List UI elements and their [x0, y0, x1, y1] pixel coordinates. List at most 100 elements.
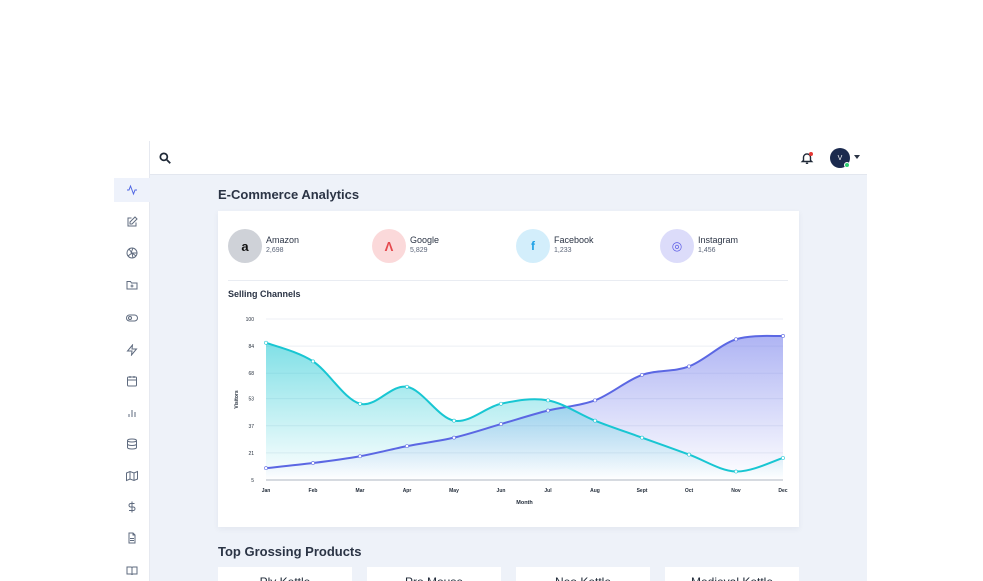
channel-name: Facebook: [554, 235, 594, 245]
x-tick-label: May: [449, 488, 459, 494]
app-window: V E-Commerce Analytics a Amazon 2,698 Λ …: [114, 141, 867, 581]
online-status-dot: [844, 162, 850, 168]
sidebar-item-stats[interactable]: [114, 401, 150, 425]
x-tick-label: Oct: [685, 488, 694, 494]
facebook-glyph: f: [531, 239, 535, 253]
sidebar-item-folder[interactable]: [114, 273, 150, 297]
x-tick-label: Jun: [497, 488, 506, 494]
avatar[interactable]: V: [830, 148, 850, 168]
y-tick-label: 21: [248, 451, 254, 457]
x-tick-label: Sept: [637, 488, 648, 494]
notification-dot: [809, 152, 813, 156]
page-title: E-Commerce Analytics: [218, 187, 360, 202]
bar-chart-icon: [128, 410, 136, 417]
data-point[interactable]: [452, 418, 456, 423]
sidebar-item-calendar[interactable]: [114, 369, 150, 393]
data-point[interactable]: [405, 444, 409, 449]
instagram-icon: ◎: [660, 229, 694, 263]
y-axis-label: Visitors: [234, 390, 240, 408]
divider: [228, 280, 788, 281]
search-icon[interactable]: [158, 151, 172, 165]
x-tick-label: Feb: [309, 488, 318, 494]
data-point[interactable]: [593, 398, 597, 403]
google-glyph: Λ: [384, 238, 394, 254]
data-point[interactable]: [687, 452, 691, 457]
data-point[interactable]: [734, 337, 738, 342]
data-point[interactable]: [640, 435, 644, 440]
data-point[interactable]: [640, 373, 644, 377]
data-point[interactable]: [781, 456, 785, 460]
sidebar-item-zap[interactable]: [114, 338, 150, 362]
x-tick-label: Dec: [778, 488, 787, 494]
data-point[interactable]: [499, 401, 503, 406]
data-point[interactable]: [405, 384, 409, 389]
avatar-initial: V: [837, 154, 843, 162]
y-tick-label: 5: [251, 478, 254, 484]
channel-name: Instagram: [698, 235, 739, 245]
sidebar-item-documents[interactable]: [114, 526, 150, 550]
y-tick-label: 68: [248, 371, 254, 377]
amazon-icon: a: [228, 229, 262, 263]
dollar-icon: [128, 501, 136, 513]
toggle-icon: [126, 314, 138, 322]
x-tick-label: Nov: [731, 488, 741, 494]
calendar-icon: [127, 376, 137, 387]
data-point[interactable]: [546, 398, 550, 403]
top-bar: V: [150, 141, 867, 175]
edit-icon: [127, 216, 138, 227]
sidebar-item-database[interactable]: [114, 432, 150, 456]
channel-name: Amazon: [266, 235, 300, 245]
y-tick-label: 100: [246, 317, 255, 323]
activity-icon: [127, 184, 137, 196]
data-point[interactable]: [264, 340, 268, 345]
data-point[interactable]: [781, 334, 785, 338]
channel-count: 2,698: [266, 247, 284, 254]
sidebar: [114, 141, 150, 581]
channel-count: 1,456: [698, 247, 716, 254]
google-ads-icon: Λ: [372, 229, 406, 263]
data-point[interactable]: [499, 422, 503, 426]
x-tick-label: Jul: [544, 488, 552, 494]
product-card[interactable]: Pro Mouse: [367, 567, 501, 581]
instagram-glyph: ◎: [671, 239, 683, 253]
data-point[interactable]: [311, 461, 315, 465]
sidebar-item-toggle[interactable]: [114, 306, 150, 330]
product-card[interactable]: Medieval Kettle: [665, 567, 799, 581]
sidebar-item-analytics[interactable]: [114, 178, 150, 202]
data-point[interactable]: [452, 435, 456, 440]
data-point[interactable]: [358, 401, 362, 406]
x-tick-label: Apr: [403, 488, 412, 494]
sidebar-item-book[interactable]: [114, 559, 150, 581]
data-point[interactable]: [734, 469, 738, 474]
zap-icon: [126, 344, 138, 356]
map-icon: [126, 470, 138, 482]
chevron-down-icon[interactable]: [854, 155, 860, 159]
product-card[interactable]: Neo Kettle: [516, 567, 650, 581]
sidebar-item-aperture[interactable]: [114, 241, 150, 265]
channel-count: 1,233: [554, 247, 572, 254]
data-point[interactable]: [264, 466, 268, 471]
folder-plus-icon: [126, 281, 138, 290]
x-tick-label: Jan: [262, 488, 271, 494]
facebook-icon: f: [516, 229, 550, 263]
y-tick-label: 53: [248, 397, 254, 403]
sidebar-item-billing[interactable]: [114, 495, 150, 519]
selling-channels-card: a Amazon 2,698 Λ Google 5,829 f Facebook…: [218, 211, 799, 527]
channel-name: Google: [410, 235, 440, 245]
notifications-button[interactable]: [800, 151, 814, 165]
data-point[interactable]: [546, 408, 550, 413]
database-icon: [127, 438, 137, 450]
data-point[interactable]: [358, 454, 362, 459]
data-point[interactable]: [311, 359, 315, 364]
aperture-icon: [126, 247, 138, 259]
y-tick-label: 37: [248, 424, 254, 430]
channel-count: 5,829: [410, 247, 428, 254]
sidebar-item-edit[interactable]: [114, 210, 150, 234]
data-point[interactable]: [687, 364, 691, 369]
y-tick-label: 84: [248, 344, 254, 350]
product-card[interactable]: Ply Kettle: [218, 567, 352, 581]
top-products-title: Top Grossing Products: [218, 544, 362, 559]
sidebar-item-map[interactable]: [114, 464, 150, 488]
x-axis-label: Month: [516, 500, 533, 506]
data-point[interactable]: [593, 418, 597, 423]
